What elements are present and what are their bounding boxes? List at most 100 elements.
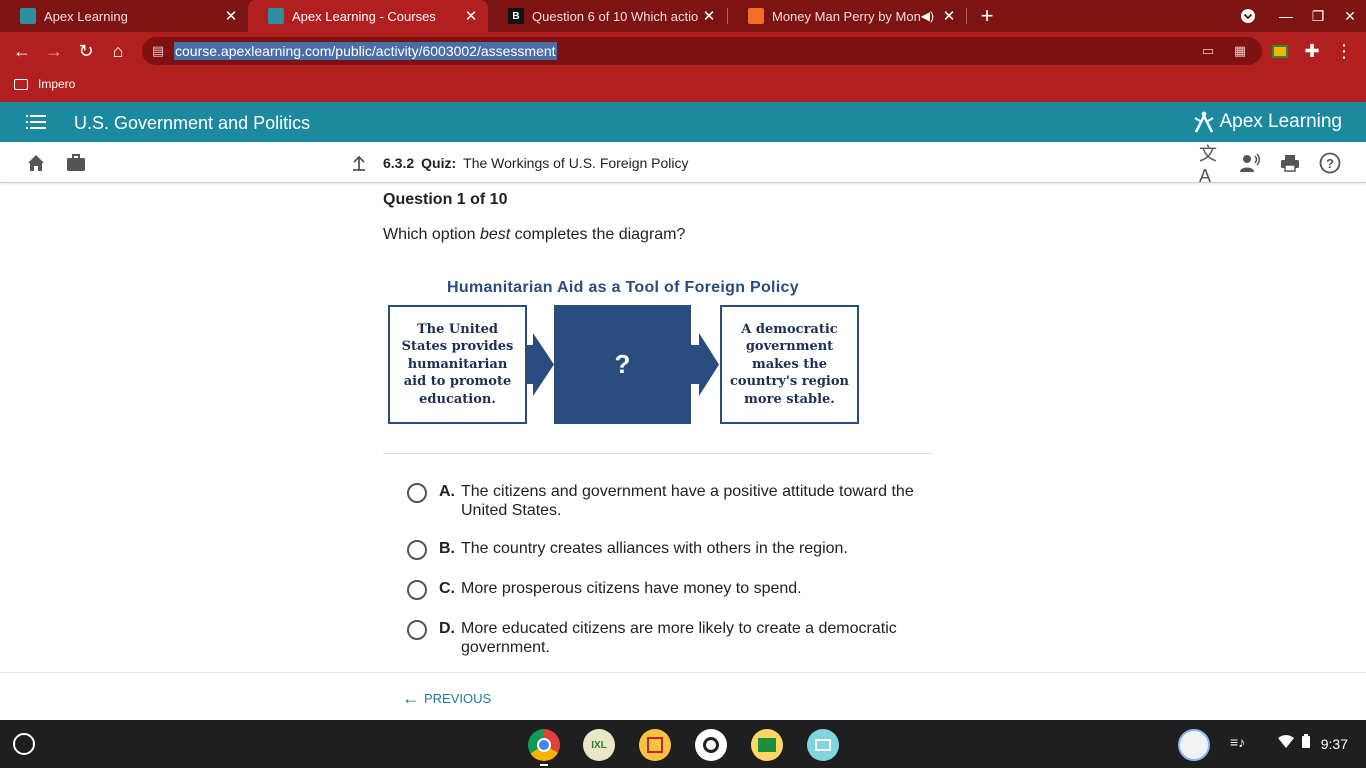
translate-icon[interactable]: 文A [1199, 144, 1221, 186]
option-text: More prosperous citizens have money to s… [461, 580, 802, 597]
section-number: 6.3.2 [383, 155, 415, 171]
tab-brainly-question[interactable]: B Question 6 of 10 Which action d ✕ [488, 0, 726, 32]
quizlet-app-icon[interactable] [807, 729, 839, 761]
radio-button[interactable] [407, 483, 427, 503]
close-icon[interactable]: ✕ [938, 7, 960, 25]
diagram-box-missing: ? [554, 305, 691, 424]
reload-icon[interactable]: ↻ [70, 32, 102, 70]
tab-title: Money Man Perry by Money [772, 8, 921, 24]
briefcase-icon[interactable] [65, 152, 87, 174]
minimize-icon[interactable]: — [1270, 0, 1302, 32]
question-number: Question 1 of 10 [383, 191, 508, 208]
apex-favicon-icon [20, 8, 36, 24]
close-icon[interactable]: ✕ [698, 7, 720, 25]
divider [383, 453, 933, 454]
battery-icon[interactable] [1302, 734, 1310, 751]
diagram-arrow-right-icon [691, 333, 719, 396]
tab-title: Question 6 of 10 Which action d [532, 8, 698, 24]
address-bar[interactable]: ▤ course.apexlearning.com/public/activit… [142, 37, 1262, 65]
new-tab-plus-icon[interactable]: + [971, 0, 1003, 32]
bookmarks-bar: Impero [0, 70, 1366, 102]
tab-apex-learning[interactable]: Apex Learning ✕ [0, 0, 248, 32]
speaker-icon[interactable]: ◀) [921, 9, 934, 23]
playlist-music-icon[interactable]: ≡♪ [1230, 734, 1245, 750]
restore-icon[interactable]: ❐ [1302, 0, 1334, 32]
apex-logo-icon [1194, 111, 1214, 133]
launcher-icon[interactable] [13, 733, 35, 755]
google-classroom-extension-icon[interactable] [1264, 32, 1296, 70]
diagram-title: Humanitarian Aid as a Tool of Foreign Po… [447, 279, 799, 296]
option-letter: C. [439, 580, 455, 597]
window-close-icon[interactable]: ✕ [1334, 0, 1366, 32]
tab-search-chevron-icon[interactable] [1232, 0, 1264, 32]
active-app-indicator [540, 764, 548, 766]
logo-text: Apex Learning [1219, 111, 1342, 132]
bookmark-label: Impero [38, 77, 76, 91]
arrow-left-icon: ← [402, 688, 420, 708]
breadcrumb: 6.3.2 Quiz: The Workings of U.S. Foreign… [383, 155, 689, 171]
cast-icon[interactable]: ▭ [1198, 41, 1218, 61]
answer-option-b[interactable]: B. The country creates alliances with ot… [407, 539, 927, 560]
print-icon[interactable] [1279, 152, 1301, 174]
tab-soundcloud[interactable]: Money Man Perry by Money ◀) ✕ [728, 0, 966, 32]
bookmark-folder-impero[interactable]: Impero [14, 77, 75, 91]
option-letter: D. [439, 620, 455, 637]
up-level-arrow-icon[interactable] [348, 152, 370, 174]
soundcloud-favicon-icon [748, 8, 764, 24]
radio-button[interactable] [407, 620, 427, 640]
svg-text:?: ? [1326, 156, 1334, 171]
option-text: The citizens and government have a posit… [461, 483, 914, 519]
ixl-app-icon[interactable]: IXL [583, 729, 615, 761]
diagram-box-cause: The United States provides humanitarian … [388, 305, 527, 424]
previous-button[interactable]: ← PREVIOUS [402, 688, 491, 709]
answer-option-c[interactable]: C. More prosperous citizens have money t… [407, 579, 927, 600]
folder-icon [14, 78, 28, 90]
question-prompt: Which option best completes the diagram? [383, 226, 685, 244]
screen-recorder-app-icon[interactable] [695, 729, 727, 761]
clock[interactable]: 9:37 [1321, 736, 1348, 752]
tab-separator [966, 8, 967, 24]
apex-favicon-icon [268, 8, 284, 24]
close-icon[interactable]: ✕ [220, 7, 242, 25]
prompt-text: Which option [383, 226, 480, 243]
tab-apex-courses[interactable]: Apex Learning - Courses ✕ [248, 0, 488, 32]
option-letter: A. [439, 483, 455, 500]
radio-button[interactable] [407, 540, 427, 560]
help-icon[interactable]: ? [1319, 152, 1341, 174]
answer-option-a[interactable]: A. The citizens and government have a po… [407, 482, 927, 520]
option-text: More educated citizens are more likely t… [461, 620, 897, 656]
tab-title: Apex Learning - Courses [292, 8, 436, 24]
url-text[interactable]: course.apexlearning.com/public/activity/… [174, 42, 557, 60]
close-icon[interactable]: ✕ [460, 7, 482, 25]
google-classroom-app-icon[interactable] [751, 729, 783, 761]
wifi-icon[interactable] [1278, 734, 1294, 751]
text-to-speech-icon[interactable] [1239, 152, 1261, 174]
activity-kind: Quiz: [421, 155, 457, 171]
apex-learning-logo: Apex Learning [1193, 110, 1342, 134]
activity-title: The Workings of U.S. Foreign Policy [463, 155, 689, 171]
prompt-emphasis: best [479, 226, 511, 243]
tab-strip: Apex Learning ✕ Apex Learning - Courses … [0, 0, 1366, 32]
home-icon[interactable] [25, 152, 47, 174]
quiz-footer: ← PREVIOUS [0, 672, 1366, 720]
forward-arrow-icon[interactable]: → [38, 32, 70, 70]
brainly-favicon-icon: B [508, 8, 524, 24]
diagram-box-effect: A democratic government makes the countr… [720, 305, 859, 424]
radio-button[interactable] [407, 580, 427, 600]
diagram-arrow-right-icon [527, 333, 554, 396]
more-menu-icon[interactable]: ⋮ [1328, 32, 1360, 70]
tab-title: Apex Learning [44, 8, 128, 24]
back-arrow-icon[interactable]: ← [6, 32, 38, 70]
course-title: U.S. Government and Politics [74, 113, 311, 133]
answer-option-d[interactable]: D. More educated citizens are more likel… [407, 619, 927, 657]
puzzle-extensions-icon[interactable]: ✚ [1296, 32, 1328, 70]
qr-code-icon[interactable]: ▦ [1230, 41, 1250, 61]
home-icon[interactable]: ⌂ [102, 32, 134, 70]
hamburger-menu-icon[interactable] [26, 115, 46, 129]
tote-holding-space-icon[interactable] [1178, 729, 1210, 761]
smart-app-icon[interactable] [639, 729, 671, 761]
os-shelf: IXL ≡♪ 9:37 [0, 720, 1366, 768]
site-info-icon[interactable]: ▤ [148, 41, 168, 61]
chrome-icon[interactable] [528, 729, 560, 761]
prompt-text: completes the diagram? [510, 226, 686, 243]
